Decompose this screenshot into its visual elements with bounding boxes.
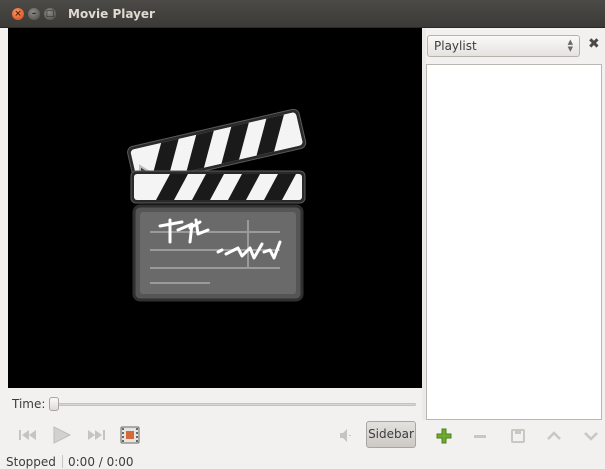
playlist-toolbar — [426, 424, 605, 448]
window-minimize-button[interactable]: – — [28, 8, 40, 20]
status-bar: Stopped 0:00 / 0:00 — [0, 452, 605, 469]
playback-state: Stopped — [6, 455, 56, 469]
sidebar-toggle-button[interactable]: Sidebar — [366, 421, 416, 448]
remove-icon[interactable] — [470, 426, 490, 446]
move-up-icon[interactable] — [544, 426, 564, 446]
video-area[interactable] — [8, 28, 422, 388]
playback-time: 0:00 / 0:00 — [68, 455, 134, 469]
volume-icon[interactable] — [336, 424, 356, 446]
sidebar: Playlist ▲ ▼ ✖ — [426, 28, 605, 448]
fullscreen-icon[interactable] — [119, 424, 141, 446]
time-label: Time: — [12, 397, 46, 411]
window-maximize-button[interactable]: □ — [44, 8, 56, 20]
window-close-button[interactable]: × — [12, 8, 24, 20]
next-icon[interactable] — [84, 424, 108, 446]
add-icon[interactable] — [434, 426, 454, 446]
status-separator — [62, 455, 63, 468]
seek-bar[interactable] — [54, 403, 416, 406]
move-down-icon[interactable] — [581, 426, 601, 446]
title-bar: × – □ Movie Player — [0, 0, 605, 28]
clapperboard-icon — [127, 108, 307, 302]
seek-handle[interactable] — [49, 397, 59, 411]
save-icon[interactable] — [508, 426, 528, 446]
sidebar-selector[interactable]: Playlist ▲ ▼ — [427, 35, 580, 57]
previous-icon[interactable] — [16, 424, 40, 446]
chevron-updown-icon: ▲ ▼ — [567, 38, 573, 53]
playlist-list[interactable] — [426, 64, 602, 420]
play-icon[interactable] — [50, 424, 74, 446]
window-title: Movie Player — [68, 7, 155, 21]
close-sidebar-icon[interactable]: ✖ — [588, 36, 600, 52]
sidebar-selector-value: Playlist — [434, 39, 477, 53]
